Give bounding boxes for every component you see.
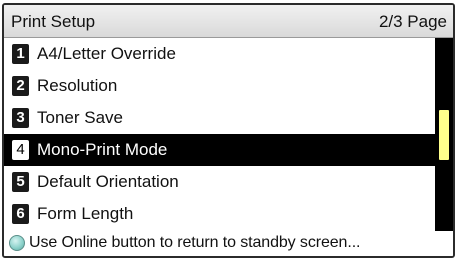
number-6-icon: 6	[12, 204, 29, 224]
scrollbar-thumb[interactable]	[439, 110, 449, 160]
scrollbar[interactable]	[435, 38, 453, 231]
number-2-icon: 2	[12, 76, 29, 96]
menu-item-label: Form Length	[37, 204, 134, 223]
menu-item-label: A4/Letter Override	[37, 44, 176, 63]
menu-item-toner-save[interactable]: 3 Toner Save	[4, 102, 435, 134]
page-title: Print Setup	[11, 12, 96, 31]
menu-item-form-length[interactable]: 6 Form Length	[4, 198, 435, 230]
online-button-icon	[9, 235, 25, 251]
menu-item-label: Resolution	[37, 76, 118, 95]
number-5-icon: 5	[12, 172, 29, 192]
header-bar: Print Setup 2/3 Page	[4, 5, 453, 38]
number-1-icon: 1	[12, 44, 29, 64]
number-3-icon: 3	[12, 108, 29, 128]
footer-hint: Use Online button to return to standby s…	[4, 231, 453, 256]
footer-text: Use Online button to return to standby s…	[29, 234, 361, 251]
menu-item-label: Default Orientation	[37, 172, 179, 191]
menu-item-a4-letter-override[interactable]: 1 A4/Letter Override	[4, 38, 435, 70]
menu-item-label: Mono-Print Mode	[37, 140, 168, 159]
menu-item-default-orientation[interactable]: 5 Default Orientation	[4, 166, 435, 198]
page-indicator: 2/3 Page	[378, 12, 447, 31]
number-4-icon: 4	[12, 140, 29, 160]
print-setup-panel: Print Setup 2/3 Page 1 A4/Letter Overrid…	[2, 3, 455, 258]
menu-item-mono-print-mode[interactable]: 4 Mono-Print Mode	[4, 134, 435, 166]
menu-item-label: Toner Save	[37, 108, 123, 127]
menu-item-resolution[interactable]: 2 Resolution	[4, 70, 435, 102]
